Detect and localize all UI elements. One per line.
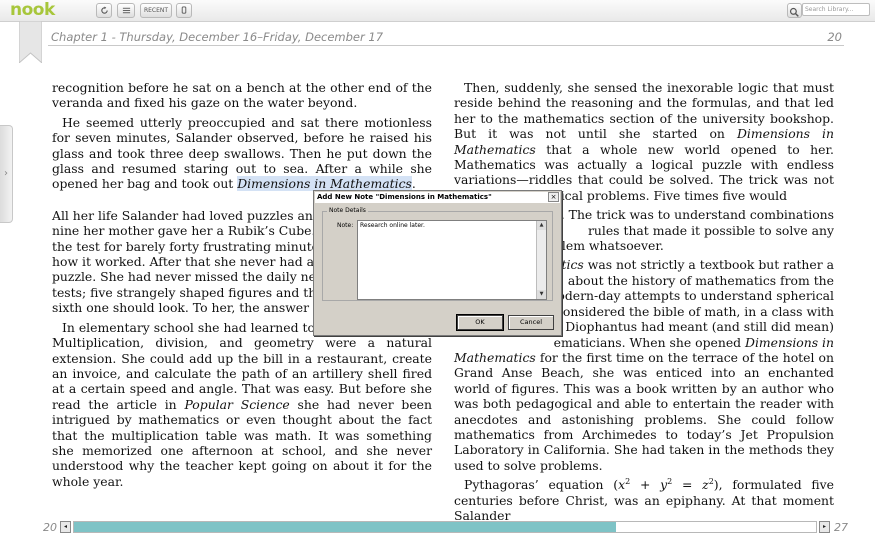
prev-page-button[interactable]: ◂ bbox=[60, 521, 71, 533]
text-span: All her life Salander had loved puzzles … bbox=[52, 207, 335, 223]
text-span: for the first time on the terrace of the… bbox=[454, 349, 834, 473]
refresh-icon bbox=[100, 6, 108, 14]
reading-progress-fill bbox=[74, 522, 616, 532]
scroll-up-icon[interactable]: ▲ bbox=[537, 221, 546, 230]
text-span: puzzle. She had never missed the daily n… bbox=[52, 269, 327, 285]
reading-progress-bar[interactable] bbox=[73, 521, 817, 533]
paragraph: recognition before he sat on a bench at … bbox=[52, 80, 432, 111]
text-span: nine her mother gave her a Rubik’s Cube.… bbox=[52, 223, 342, 239]
search-icon bbox=[789, 7, 799, 17]
arrow-right-icon: ▸ bbox=[822, 523, 826, 530]
paragraph: Multiplication, division, and geometry w… bbox=[52, 335, 432, 489]
header-divider bbox=[48, 45, 844, 46]
header-page-number: 20 bbox=[827, 30, 842, 44]
note-textarea[interactable]: Research online later. ▲ ▼ bbox=[357, 220, 547, 300]
menu-button[interactable] bbox=[117, 3, 135, 18]
italic-title: Mathematics bbox=[454, 349, 536, 365]
cancel-button[interactable]: Cancel bbox=[508, 315, 554, 330]
device-button[interactable] bbox=[176, 3, 192, 18]
text-span: tests; five strangely shaped figures and… bbox=[52, 284, 324, 300]
text-span: the test for barely forty frustrating mi… bbox=[52, 238, 338, 254]
text-span: + bbox=[630, 477, 661, 493]
text-span: In elementary school she had learned to bbox=[62, 319, 315, 335]
note-scrollbar[interactable]: ▲ ▼ bbox=[536, 221, 546, 299]
list-icon bbox=[122, 7, 130, 14]
device-icon bbox=[181, 6, 187, 14]
top-toolbar: nook RECENT Search Library... bbox=[0, 0, 875, 22]
refresh-button[interactable] bbox=[96, 3, 112, 18]
paragraph: Pythagoras’ equation (x2 + y2 = z2), for… bbox=[454, 477, 834, 523]
paragraph: Mathematics for the first time on the te… bbox=[454, 350, 834, 473]
chapter-title: Chapter 1 - Thursday, December 16–Friday… bbox=[51, 30, 384, 44]
recent-button[interactable]: RECENT bbox=[140, 3, 172, 18]
italic-title: Dimensions in bbox=[745, 334, 834, 350]
note-label: Note: bbox=[337, 222, 354, 229]
arrow-left-icon: ◂ bbox=[63, 523, 67, 530]
italic-title: Popular Science bbox=[184, 396, 290, 412]
text-span: how it worked. After that she never had … bbox=[52, 254, 329, 270]
dialog-close-button[interactable]: × bbox=[548, 192, 559, 202]
footer-right-page-number: 27 bbox=[834, 521, 848, 534]
ok-button[interactable]: OK bbox=[456, 314, 504, 331]
text-span: = bbox=[672, 477, 703, 493]
search-input[interactable]: Search Library... bbox=[802, 3, 870, 16]
library-drawer-tab[interactable]: › bbox=[0, 125, 13, 223]
scroll-down-icon[interactable]: ▼ bbox=[537, 290, 546, 299]
next-page-button[interactable]: ▸ bbox=[819, 521, 830, 533]
bookmark-ribbon-icon[interactable] bbox=[19, 21, 42, 63]
paragraph: Then, suddenly, she sensed the inexorabl… bbox=[454, 80, 834, 203]
search-box: Search Library... bbox=[787, 3, 870, 18]
footer-left-page-number: 20 bbox=[43, 521, 57, 534]
dialog-title[interactable]: Add New Note "Dimensions in Mathematics" bbox=[315, 192, 560, 203]
add-note-dialog: Add New Note "Dimensions in Mathematics"… bbox=[313, 190, 562, 336]
note-details-legend: Note Details bbox=[327, 207, 368, 214]
text-span: Pythagoras’ equation ( bbox=[464, 477, 619, 493]
chevron-right-icon: › bbox=[4, 168, 8, 179]
nook-logo: nook bbox=[10, 0, 55, 20]
note-text-value: Research online later. bbox=[360, 222, 425, 229]
text-span: of Diophantus had meant (and still did m… bbox=[545, 319, 834, 335]
text-span: recognition before he sat on a bench at … bbox=[52, 80, 432, 111]
text-span: was not strictly a textbook but rather a bbox=[583, 257, 834, 273]
text-span: sixth one should look. To her, the answe… bbox=[52, 300, 331, 316]
note-details-group: Note Details Note: Research online later… bbox=[322, 207, 553, 301]
paragraph: He seemed utterly preoccupied and sat th… bbox=[52, 115, 432, 192]
search-button[interactable] bbox=[787, 3, 802, 18]
text-span: ematicians. When she opened bbox=[553, 334, 746, 350]
